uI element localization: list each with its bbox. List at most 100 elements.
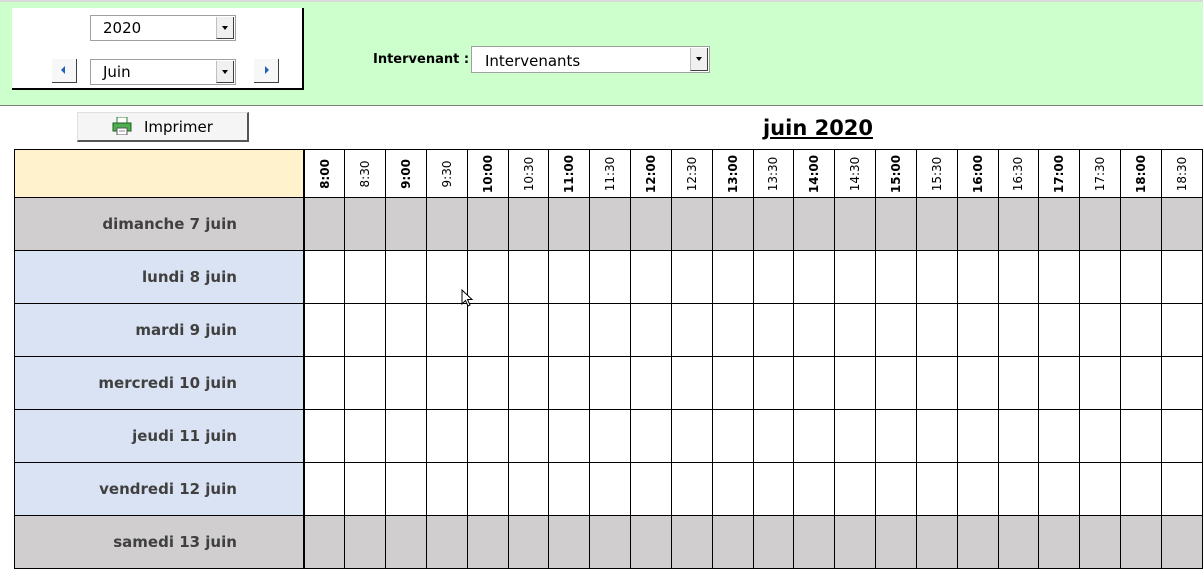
time-slot-cell[interactable] [997, 356, 1040, 410]
time-slot-cell[interactable] [589, 462, 632, 516]
time-slot-cell[interactable] [303, 250, 346, 304]
time-slot-cell[interactable] [875, 515, 917, 569]
next-month-button[interactable] [254, 59, 279, 83]
time-slot-cell[interactable] [793, 250, 836, 304]
time-slot-cell[interactable] [630, 250, 672, 304]
time-slot-cell[interactable] [303, 303, 346, 357]
time-slot-cell[interactable] [793, 303, 836, 357]
time-slot-cell[interactable] [466, 515, 509, 569]
time-slot-cell[interactable] [1120, 462, 1162, 516]
time-slot-cell[interactable] [1079, 356, 1122, 410]
time-slot-cell[interactable] [793, 356, 836, 410]
time-slot-cell[interactable] [670, 250, 713, 304]
time-slot-cell[interactable] [1038, 515, 1081, 569]
time-slot-cell[interactable] [344, 409, 387, 463]
time-slot-cell[interactable] [997, 303, 1040, 357]
time-slot-cell[interactable] [630, 197, 672, 251]
time-slot-cell[interactable] [1079, 462, 1122, 516]
time-slot-cell[interactable] [1079, 197, 1122, 251]
time-slot-cell[interactable] [385, 250, 427, 304]
month-select[interactable]: Juin [90, 59, 236, 85]
time-slot-cell[interactable] [507, 250, 550, 304]
time-slot-cell[interactable] [1160, 409, 1203, 463]
time-slot-cell[interactable] [548, 515, 591, 569]
time-slot-cell[interactable] [711, 356, 754, 410]
time-slot-cell[interactable] [793, 462, 836, 516]
time-slot-cell[interactable] [915, 197, 958, 251]
time-slot-cell[interactable] [303, 356, 346, 410]
time-slot-cell[interactable] [875, 197, 917, 251]
time-slot-cell[interactable] [793, 197, 836, 251]
time-slot-cell[interactable] [466, 462, 509, 516]
time-slot-cell[interactable] [711, 197, 754, 251]
time-slot-cell[interactable] [997, 250, 1040, 304]
time-slot-cell[interactable] [1038, 356, 1081, 410]
time-slot-cell[interactable] [793, 515, 836, 569]
time-slot-cell[interactable] [670, 409, 713, 463]
time-slot-cell[interactable] [344, 462, 387, 516]
time-slot-cell[interactable] [875, 462, 917, 516]
time-slot-cell[interactable] [630, 356, 672, 410]
time-slot-cell[interactable] [385, 356, 427, 410]
time-slot-cell[interactable] [466, 197, 509, 251]
time-slot-cell[interactable] [670, 197, 713, 251]
time-slot-cell[interactable] [466, 303, 509, 357]
time-slot-cell[interactable] [1120, 356, 1162, 410]
time-slot-cell[interactable] [548, 462, 591, 516]
time-slot-cell[interactable] [915, 250, 958, 304]
time-slot-cell[interactable] [915, 356, 958, 410]
time-slot-cell[interactable] [425, 515, 468, 569]
time-slot-cell[interactable] [711, 515, 754, 569]
time-slot-cell[interactable] [915, 515, 958, 569]
time-slot-cell[interactable] [1079, 250, 1122, 304]
time-slot-cell[interactable] [752, 250, 795, 304]
previous-month-button[interactable] [52, 59, 77, 83]
time-slot-cell[interactable] [385, 303, 427, 357]
time-slot-cell[interactable] [385, 197, 427, 251]
time-slot-cell[interactable] [630, 303, 672, 357]
time-slot-cell[interactable] [793, 409, 836, 463]
time-slot-cell[interactable] [670, 515, 713, 569]
time-slot-cell[interactable] [997, 197, 1040, 251]
time-slot-cell[interactable] [834, 250, 877, 304]
time-slot-cell[interactable] [956, 356, 999, 410]
time-slot-cell[interactable] [507, 409, 550, 463]
time-slot-cell[interactable] [875, 409, 917, 463]
time-slot-cell[interactable] [1120, 409, 1162, 463]
time-slot-cell[interactable] [834, 515, 877, 569]
time-slot-cell[interactable] [507, 197, 550, 251]
time-slot-cell[interactable] [344, 197, 387, 251]
time-slot-cell[interactable] [1120, 303, 1162, 357]
time-slot-cell[interactable] [1120, 197, 1162, 251]
time-slot-cell[interactable] [752, 409, 795, 463]
time-slot-cell[interactable] [670, 356, 713, 410]
year-dropdown-icon[interactable] [216, 17, 234, 39]
time-slot-cell[interactable] [1160, 303, 1203, 357]
time-slot-cell[interactable] [344, 356, 387, 410]
time-slot-cell[interactable] [548, 250, 591, 304]
time-slot-cell[interactable] [507, 303, 550, 357]
time-slot-cell[interactable] [630, 462, 672, 516]
time-slot-cell[interactable] [630, 409, 672, 463]
time-slot-cell[interactable] [1038, 197, 1081, 251]
time-slot-cell[interactable] [630, 515, 672, 569]
time-slot-cell[interactable] [548, 197, 591, 251]
time-slot-cell[interactable] [752, 197, 795, 251]
time-slot-cell[interactable] [834, 197, 877, 251]
time-slot-cell[interactable] [303, 409, 346, 463]
time-slot-cell[interactable] [385, 515, 427, 569]
time-slot-cell[interactable] [752, 303, 795, 357]
time-slot-cell[interactable] [425, 462, 468, 516]
time-slot-cell[interactable] [1160, 356, 1203, 410]
time-slot-cell[interactable] [507, 356, 550, 410]
time-slot-cell[interactable] [997, 515, 1040, 569]
time-slot-cell[interactable] [956, 462, 999, 516]
time-slot-cell[interactable] [752, 356, 795, 410]
time-slot-cell[interactable] [711, 250, 754, 304]
time-slot-cell[interactable] [752, 515, 795, 569]
time-slot-cell[interactable] [425, 409, 468, 463]
time-slot-cell[interactable] [1120, 515, 1162, 569]
time-slot-cell[interactable] [548, 356, 591, 410]
print-button[interactable]: Imprimer [77, 112, 249, 142]
time-slot-cell[interactable] [1079, 409, 1122, 463]
